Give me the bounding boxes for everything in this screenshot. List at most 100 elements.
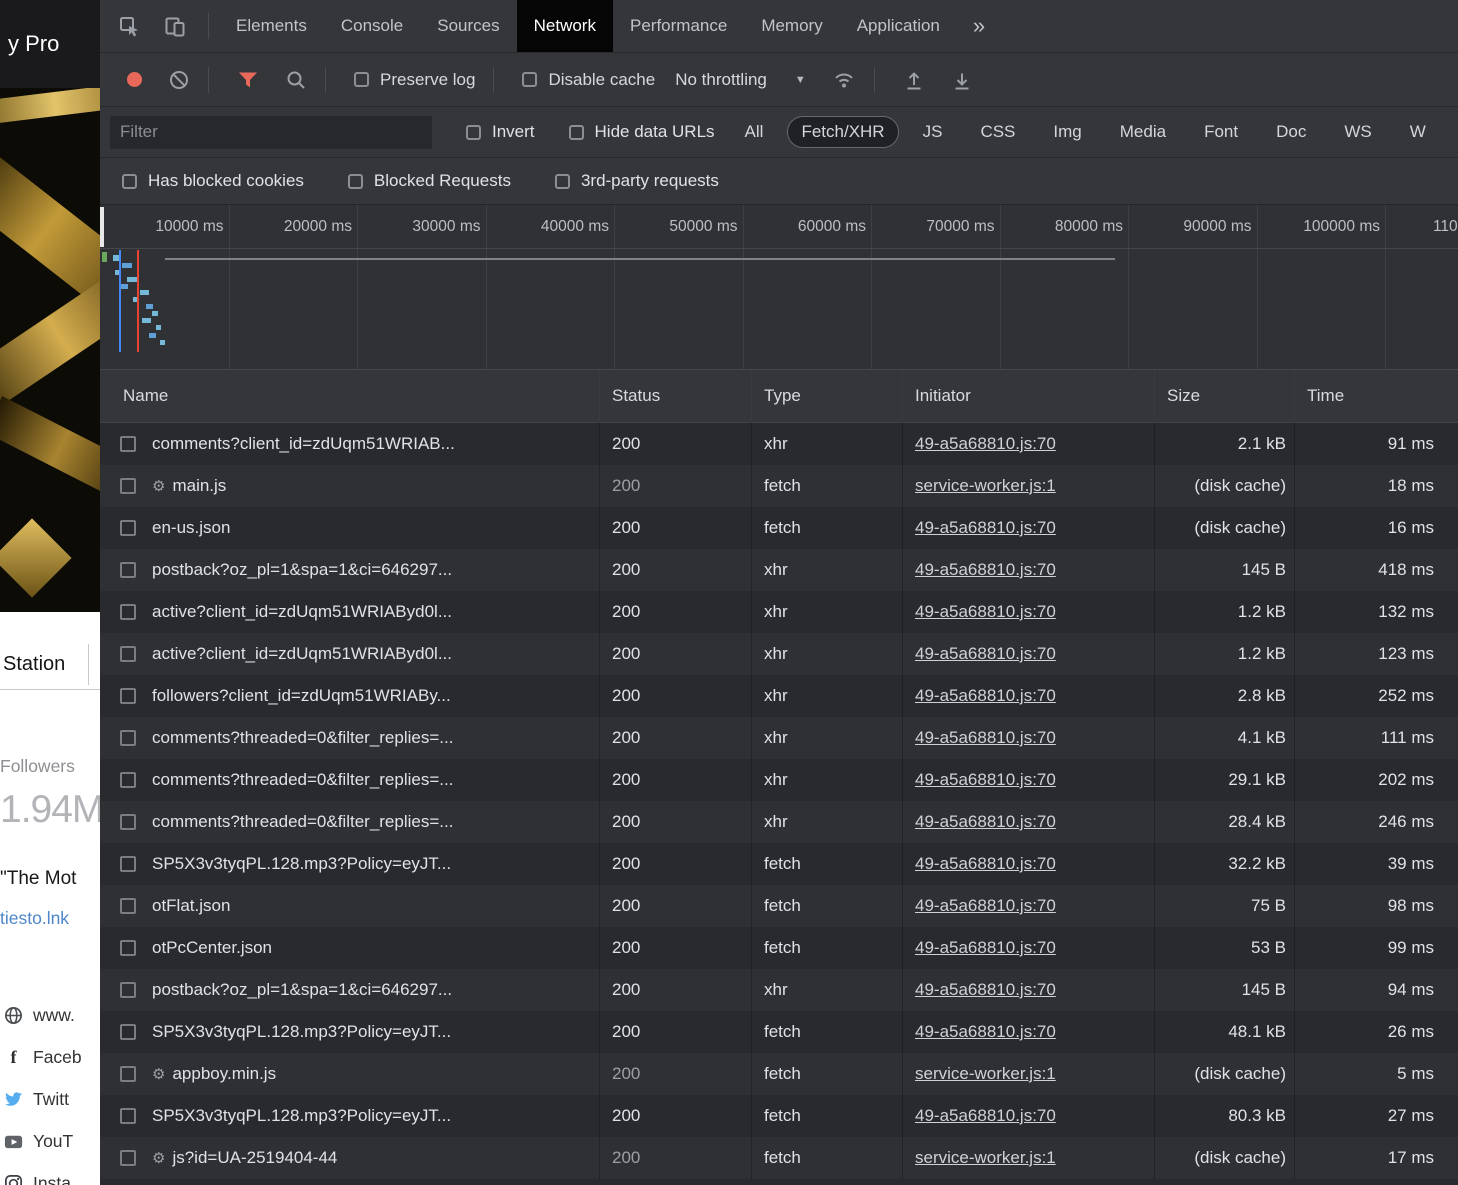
row-checkbox[interactable] [120, 898, 136, 914]
network-overview[interactable]: 10000 ms20000 ms30000 ms40000 ms50000 ms… [100, 205, 1458, 370]
device-toolbar-icon[interactable] [152, 0, 198, 52]
row-checkbox[interactable] [120, 1066, 136, 1082]
request-initiator-link[interactable]: 49-a5a68810.js:70 [915, 1022, 1056, 1042]
network-request-row[interactable]: postback?oz_pl=1&spa=1&ci=646297...200xh… [100, 549, 1458, 591]
row-checkbox[interactable] [120, 1024, 136, 1040]
network-request-row[interactable]: SP5X3v3tyqPL.128.mp3?Policy=eyJT...200fe… [100, 1095, 1458, 1137]
overview-window-handle[interactable] [100, 207, 104, 247]
row-checkbox[interactable] [120, 814, 136, 830]
filter-chip-doc[interactable]: Doc [1262, 116, 1320, 148]
tab-application[interactable]: Application [840, 0, 957, 52]
network-request-row[interactable]: SP5X3v3tyqPL.128.mp3?Policy=eyJT...200fe… [100, 1011, 1458, 1053]
row-checkbox[interactable] [120, 730, 136, 746]
network-request-row[interactable]: active?client_id=zdUqm51WRIAByd0l...200x… [100, 591, 1458, 633]
network-request-row[interactable]: SP5X3v3tyqPL.128.mp3?Policy=eyJT...200fe… [100, 843, 1458, 885]
social-link-yout[interactable]: YouT [2, 1120, 100, 1162]
network-request-row[interactable]: ⚙appboy.min.js200fetchservice-worker.js:… [100, 1053, 1458, 1095]
request-initiator-link[interactable]: 49-a5a68810.js:70 [915, 560, 1056, 580]
filter-chip-media[interactable]: Media [1106, 116, 1180, 148]
row-checkbox[interactable] [120, 520, 136, 536]
network-request-row[interactable]: otPcCenter.json200fetch49-a5a68810.js:70… [100, 927, 1458, 969]
request-initiator-link[interactable]: 49-a5a68810.js:70 [915, 938, 1056, 958]
request-initiator-link[interactable]: 49-a5a68810.js:70 [915, 686, 1056, 706]
network-request-row[interactable]: comments?threaded=0&filter_replies=...20… [100, 759, 1458, 801]
tab-sources[interactable]: Sources [420, 0, 516, 52]
tab-memory[interactable]: Memory [744, 0, 839, 52]
network-request-row[interactable]: ⚙main.js200fetchservice-worker.js:1(disk… [100, 465, 1458, 507]
filter-chip-fetch-xhr[interactable]: Fetch/XHR [787, 116, 898, 148]
request-initiator-link[interactable]: service-worker.js:1 [915, 1064, 1056, 1084]
row-checkbox[interactable] [120, 772, 136, 788]
network-request-row[interactable]: followers?client_id=zdUqm51WRIABy...200x… [100, 675, 1458, 717]
network-request-row[interactable]: postback?oz_pl=1&spa=1&ci=646297...200xh… [100, 969, 1458, 1011]
request-initiator-link[interactable]: 49-a5a68810.js:70 [915, 434, 1056, 454]
tab-console[interactable]: Console [324, 0, 420, 52]
column-header-initiator[interactable]: Initiator [903, 370, 1155, 422]
tab-elements[interactable]: Elements [219, 0, 324, 52]
throttling-select[interactable]: No throttling ▼ [675, 70, 806, 90]
export-har-icon[interactable] [951, 69, 973, 91]
filter-chip-css[interactable]: CSS [966, 116, 1029, 148]
has-blocked-cookies-checkbox[interactable]: Has blocked cookies [122, 171, 304, 191]
social-link-www[interactable]: www. [2, 994, 100, 1036]
invert-checkbox[interactable]: Invert [466, 122, 535, 142]
more-tabs-button[interactable]: » [957, 0, 1001, 52]
social-link-insta[interactable]: Insta [2, 1162, 100, 1185]
row-checkbox[interactable] [120, 982, 136, 998]
filter-chip-img[interactable]: Img [1039, 116, 1095, 148]
filter-input[interactable] [110, 116, 432, 149]
network-request-row[interactable]: comments?threaded=0&filter_replies=...20… [100, 717, 1458, 759]
filter-chip-all[interactable]: All [731, 116, 778, 148]
column-header-type[interactable]: Type [752, 370, 903, 422]
network-request-row[interactable]: otFlat.json200fetch49-a5a68810.js:7075 B… [100, 885, 1458, 927]
filter-chip-js[interactable]: JS [909, 116, 957, 148]
filter-toggle-icon[interactable] [237, 69, 259, 91]
row-checkbox[interactable] [120, 940, 136, 956]
column-header-name[interactable]: Name [100, 370, 600, 422]
filter-chip-font[interactable]: Font [1190, 116, 1252, 148]
request-initiator-link[interactable]: 49-a5a68810.js:70 [915, 644, 1056, 664]
row-checkbox[interactable] [120, 688, 136, 704]
network-request-row[interactable]: en-us.json200fetch49-a5a68810.js:70(disk… [100, 507, 1458, 549]
request-initiator-link[interactable]: 49-a5a68810.js:70 [915, 518, 1056, 538]
bio-link[interactable]: tiesto.lnk [0, 908, 69, 929]
inspect-icon[interactable] [106, 0, 152, 52]
blocked-requests-checkbox[interactable]: Blocked Requests [348, 171, 511, 191]
import-har-icon[interactable] [903, 69, 925, 91]
request-initiator-link[interactable]: 49-a5a68810.js:70 [915, 1106, 1056, 1126]
column-header-time[interactable]: Time [1295, 370, 1458, 422]
request-initiator-link[interactable]: 49-a5a68810.js:70 [915, 728, 1056, 748]
network-request-row[interactable]: comments?threaded=0&filter_replies=...20… [100, 801, 1458, 843]
filter-chip-ws[interactable]: WS [1330, 116, 1385, 148]
row-checkbox[interactable] [120, 1108, 136, 1124]
network-conditions-icon[interactable] [832, 69, 856, 91]
row-checkbox[interactable] [120, 856, 136, 872]
row-checkbox[interactable] [120, 604, 136, 620]
row-checkbox[interactable] [120, 478, 136, 494]
request-initiator-link[interactable]: service-worker.js:1 [915, 476, 1056, 496]
preserve-log-checkbox[interactable]: Preserve log [354, 70, 475, 90]
tab-performance[interactable]: Performance [613, 0, 744, 52]
hide-data-urls-checkbox[interactable]: Hide data URLs [569, 122, 715, 142]
network-request-row[interactable]: comments?client_id=zdUqm51WRIAB...200xhr… [100, 423, 1458, 465]
social-link-faceb[interactable]: f Faceb [2, 1036, 100, 1078]
filter-chip-w[interactable]: W [1396, 116, 1440, 148]
social-link-twitt[interactable]: Twitt [2, 1078, 100, 1120]
request-initiator-link[interactable]: 49-a5a68810.js:70 [915, 980, 1056, 1000]
column-header-status[interactable]: Status [600, 370, 752, 422]
tab-network[interactable]: Network [517, 0, 613, 52]
request-initiator-link[interactable]: service-worker.js:1 [915, 1148, 1056, 1168]
third-party-requests-checkbox[interactable]: 3rd-party requests [555, 171, 719, 191]
request-initiator-link[interactable]: 49-a5a68810.js:70 [915, 602, 1056, 622]
request-initiator-link[interactable]: 49-a5a68810.js:70 [915, 770, 1056, 790]
clear-button[interactable] [168, 69, 190, 91]
row-checkbox[interactable] [120, 646, 136, 662]
request-initiator-link[interactable]: 49-a5a68810.js:70 [915, 896, 1056, 916]
network-request-row[interactable]: ⚙js?id=UA-2519404-44200fetchservice-work… [100, 1137, 1458, 1179]
row-checkbox[interactable] [120, 1150, 136, 1166]
row-checkbox[interactable] [120, 436, 136, 452]
request-initiator-link[interactable]: 49-a5a68810.js:70 [915, 854, 1056, 874]
record-button[interactable] [127, 72, 142, 87]
station-button[interactable]: Station [0, 640, 100, 690]
column-header-size[interactable]: Size [1155, 370, 1295, 422]
